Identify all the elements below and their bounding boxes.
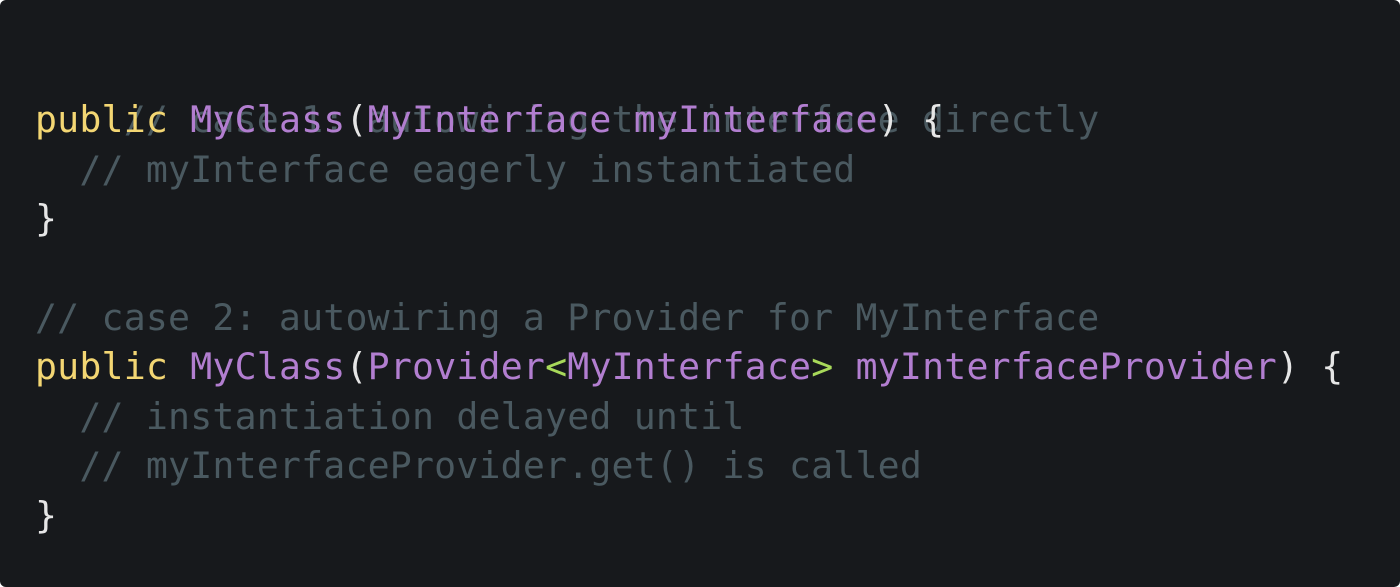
comment-token: // myInterface eagerly instantiated	[35, 147, 856, 191]
code-line-comment-eager: // myInterface eagerly instantiated	[35, 145, 1400, 194]
brace-token: }	[35, 197, 58, 241]
class-name-token: MyClass	[190, 345, 346, 389]
comment-token: // myInterfaceProvider.get() is called	[35, 444, 922, 488]
brace-token: }	[35, 493, 58, 537]
class-name-token: MyClass	[190, 98, 346, 142]
comment-token: // case 2: autowiring a Provider for MyI…	[35, 295, 1100, 339]
code-line-comment-get-called: // myInterfaceProvider.get() is called	[35, 441, 1400, 490]
code-line-comment-case-1: // case 1: autowiring the interface dire…	[35, 46, 1400, 141]
param-type-token: MyInterface	[367, 98, 612, 142]
keyword-token: public	[35, 98, 169, 142]
code-line-close-brace-2: }	[35, 491, 1400, 540]
code-line-constructor-1: public MyClass(MyInterface myInterface) …	[35, 95, 1400, 144]
comment-token: // instantiation delayed until	[35, 394, 745, 438]
generic-open-token: <	[545, 345, 568, 389]
code-line-comment-delayed: // instantiation delayed until	[35, 392, 1400, 441]
param-type-token: Provider	[367, 345, 546, 389]
paren-brace-token: ) {	[877, 98, 945, 142]
param-name-token: myInterfaceProvider	[855, 345, 1277, 389]
keyword-token: public	[35, 345, 169, 389]
code-line-comment-case-2: // case 2: autowiring a Provider for MyI…	[35, 293, 1400, 342]
code-line-close-brace-1: }	[35, 194, 1400, 243]
paren-brace-token: ) {	[1276, 345, 1344, 389]
code-line-constructor-2: public MyClass(Provider<MyInterface> myI…	[35, 342, 1400, 391]
generic-close-token: >	[811, 345, 834, 389]
generic-type-token: MyInterface	[567, 345, 812, 389]
code-block: // case 1: autowiring the interface dire…	[0, 0, 1400, 587]
param-name-token: myInterface	[633, 98, 878, 142]
paren-token: (	[345, 98, 368, 142]
paren-token: (	[345, 345, 368, 389]
